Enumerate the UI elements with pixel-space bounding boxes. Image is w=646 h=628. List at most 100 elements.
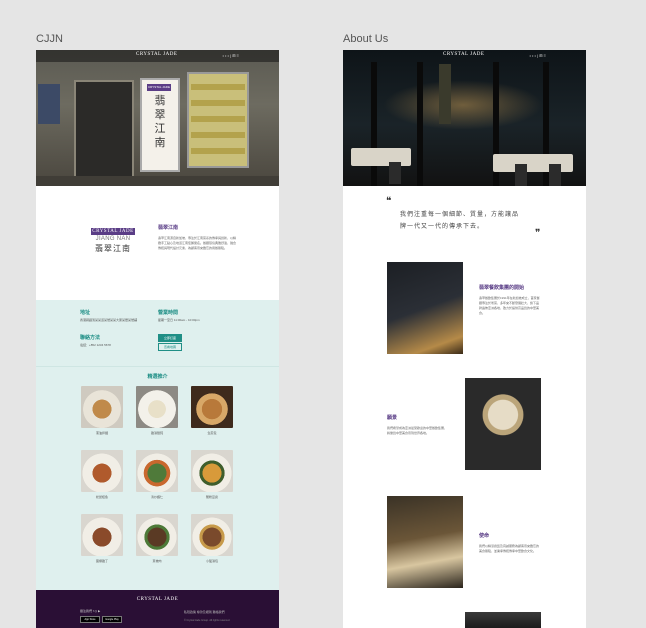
hours-heading: 營業時間 xyxy=(158,310,179,316)
about-section-history: 翡翠餐飲集團的開始 翡翠餐飲集團於1991年在新加坡成立，首家餐廳專注於粵菜，多… xyxy=(343,256,586,366)
social-links[interactable]: 關注我們 f ◎ ▶ xyxy=(80,609,100,613)
dish-image xyxy=(136,514,178,556)
floor xyxy=(36,176,279,186)
section-title: 翡翠餐飲集團的開始 xyxy=(479,285,525,291)
poster xyxy=(38,84,60,124)
nav-logo[interactable]: CRYSTAL JADE xyxy=(136,52,177,57)
nav-logo[interactable]: CRYSTAL JADE xyxy=(443,52,484,57)
dish-image xyxy=(136,450,178,492)
hero-restaurant-night-image: CRYSTAL JADE • • • | ⊞ ≡ xyxy=(343,50,586,186)
frame-label-about-us[interactable]: About Us xyxy=(343,33,388,45)
footer-logo[interactable]: CRYSTAL JADE xyxy=(36,597,279,602)
frame-cjjn[interactable]: CRYSTAL JADE 翡 翠 江 南 CRYSTAL JADE • • • … xyxy=(36,50,279,628)
dish-card[interactable]: 生煎包 xyxy=(191,386,233,435)
section-text: 我們希望成為亞洲最受歡迎的中華餐飲集團，將優質中華美食帶到世界各地。 xyxy=(387,426,448,435)
about-section-vision: 願景 我們希望成為亞洲最受歡迎的中華餐飲集團，將優質中華美食帶到世界各地。 xyxy=(343,372,586,482)
shelf xyxy=(191,84,245,90)
dining-room-image xyxy=(387,496,463,588)
dish-name: 松鼠桂魚 xyxy=(95,495,108,499)
hero-storefront-image: CRYSTAL JADE 翡 翠 江 南 CRYSTAL JADE • • • … xyxy=(36,50,279,186)
intro-section: CRYSTAL JADE JIANG NAN 翡翠江南 翡翠江南 翡翠江南源自新… xyxy=(36,186,279,300)
dishes-section: 精選推介 蔥油拌麵 雞湯餛飩 生煎包 松鼠桂魚 清炒蝦仁 蟹粉豆腐 醬爆雞丁 東… xyxy=(36,366,279,591)
chair xyxy=(549,164,561,186)
intro-text: 翡翠江南源自新加坡，專注於江南菜系的傳承與創新，以精緻手工點心及地道江南佳餚聞名… xyxy=(158,236,237,250)
dish-image xyxy=(191,450,233,492)
address-heading: 地址 xyxy=(80,310,91,316)
nav-menu-icon[interactable]: • • • | ⊞ ≡ xyxy=(223,53,239,58)
storefront-image xyxy=(387,262,463,354)
footer-links[interactable]: 私隱政策 條款及細則 聯絡我們 xyxy=(184,610,225,614)
section-title: 使命 xyxy=(479,533,490,539)
dish-card[interactable]: 小籠湯包 xyxy=(191,514,233,563)
info-section: 地址 香港銅鑼灣某某道某號某某大廈某層某號舖 聯絡方法 電話：+852 1234… xyxy=(36,300,279,366)
dining-table xyxy=(351,148,411,166)
display-window xyxy=(187,72,249,168)
dish-image xyxy=(81,386,123,428)
app-store-badge[interactable]: App Store xyxy=(80,616,100,623)
signboard: CRYSTAL JADE 翡 翠 江 南 xyxy=(140,78,180,172)
dish-card[interactable]: 醬爆雞丁 xyxy=(81,514,123,563)
top-navbar: CRYSTAL JADE • • • | ⊞ ≡ xyxy=(36,50,279,62)
dim-sum-image xyxy=(465,378,541,470)
google-play-badge[interactable]: Google Play xyxy=(102,616,122,623)
dish-name: 小籠湯包 xyxy=(205,559,218,563)
address-text: 香港銅鑼灣某某道某號某某大廈某層某號舖 xyxy=(80,318,138,322)
shelf xyxy=(191,132,245,138)
copyright: © Crystal Jade Group. All rights reserve… xyxy=(184,619,231,622)
shelf xyxy=(191,100,245,106)
map-button[interactable]: 查看地圖 xyxy=(158,343,182,351)
dish-card[interactable]: 清炒蝦仁 xyxy=(136,450,178,499)
brand-en: JIANG NAN xyxy=(95,236,131,242)
site-footer: CRYSTAL JADE 關注我們 f ◎ ▶ App Store Google… xyxy=(36,590,279,628)
dish-name: 清炒蝦仁 xyxy=(150,495,163,499)
dish-name: 蟹粉豆腐 xyxy=(205,495,218,499)
dish-image xyxy=(191,514,233,556)
frame-about-us[interactable]: CRYSTAL JADE • • • | ⊞ ≡ ❝ 我們注重每一個細節、質量，… xyxy=(343,50,586,628)
contact-heading: 聯絡方法 xyxy=(80,335,101,341)
intro-title: 翡翠江南 xyxy=(158,225,179,231)
dish-image xyxy=(81,450,123,492)
window-pillar xyxy=(417,62,423,186)
dish-name: 生煎包 xyxy=(207,431,217,435)
frame-label-cjjn[interactable]: CJJN xyxy=(36,33,63,45)
dish-name: 東坡肉 xyxy=(152,559,162,563)
quote-open-icon: ❝ xyxy=(386,196,392,207)
top-navbar: CRYSTAL JADE • • • | ⊞ ≡ xyxy=(343,50,586,62)
dish-image xyxy=(136,386,178,428)
dish-card[interactable]: 東坡肉 xyxy=(136,514,178,563)
brand-zh: 翡翠江南 xyxy=(95,244,131,253)
brand-quote: ❝ 我們注重每一個細節、質量，方能讓品 牌一代又一代的傳承下去。 ❞ xyxy=(343,186,586,256)
shelf xyxy=(191,148,245,154)
dish-name: 雞湯餛飩 xyxy=(150,431,163,435)
next-section-image xyxy=(465,612,541,628)
signboard-chars: 翡 翠 江 南 xyxy=(154,94,166,149)
quote-close-icon: ❞ xyxy=(535,228,541,239)
dish-image xyxy=(191,386,233,428)
chair xyxy=(389,162,401,184)
reserve-button[interactable]: 立即訂座 xyxy=(158,334,182,342)
dining-table xyxy=(493,154,573,172)
section-title: 願景 xyxy=(387,415,398,421)
city-glow xyxy=(383,80,543,130)
hours-text: 星期一至日 11:00am - 10:00pm xyxy=(158,318,200,322)
contact-text: 電話：+852 1234 5678 xyxy=(80,343,111,347)
section-text: 翡翠餐飲集團於1991年在新加坡成立，首家餐廳專注於粵菜，多年來不斷發展壯大，旗… xyxy=(479,296,540,315)
dish-card[interactable]: 蔥油拌麵 xyxy=(81,386,123,435)
dishes-title: 精選推介 xyxy=(147,374,168,380)
nav-menu-icon[interactable]: • • • | ⊞ ≡ xyxy=(530,53,546,58)
signboard-tag: CRYSTAL JADE xyxy=(147,84,171,91)
brand-tag: CRYSTAL JADE xyxy=(91,228,135,235)
about-section-mission: 使命 我們以精湛廚藝及真誠服務為顧客帶來難忘的美食體驗，並秉承傳統傳承中華飲食文… xyxy=(343,490,586,600)
dish-card[interactable]: 松鼠桂魚 xyxy=(81,450,123,499)
window-pillar xyxy=(371,62,377,186)
chair xyxy=(515,164,527,186)
brand-logo: CRYSTAL JADE JIANG NAN 翡翠江南 xyxy=(91,228,135,254)
dish-card[interactable]: 雞湯餛飩 xyxy=(136,386,178,435)
dish-name: 蔥油拌麵 xyxy=(95,431,108,435)
shelf xyxy=(191,116,245,122)
clock-tower xyxy=(439,64,451,124)
dish-name: 醬爆雞丁 xyxy=(95,559,108,563)
quote-line-2: 牌一代又一代的傳承下去。 xyxy=(400,224,485,230)
dish-card[interactable]: 蟹粉豆腐 xyxy=(191,450,233,499)
dish-image xyxy=(81,514,123,556)
